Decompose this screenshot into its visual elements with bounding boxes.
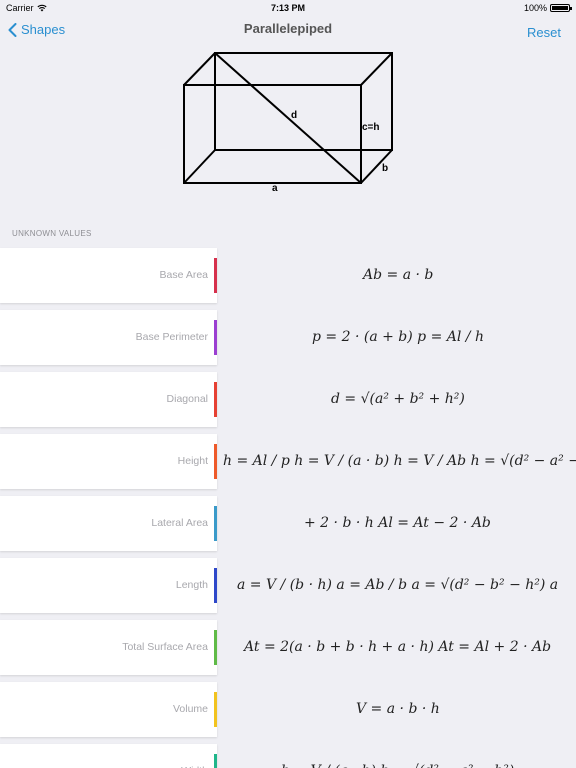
value-label: Base Perimeter	[135, 331, 208, 343]
value-label: Height	[177, 455, 208, 467]
list-item: Diagonal d = √(a² + b² + h²)	[0, 372, 576, 434]
edge-top-right	[360, 52, 393, 86]
value-cell[interactable]: Total Surface Area	[0, 620, 217, 675]
list-item: Length a = V / (b · h) a = Ab / b a = √(d…	[0, 558, 576, 620]
value-label: Diagonal	[166, 393, 208, 405]
formula-scroll-area[interactable]: p = 2 · (a + b) p = Al / h	[219, 310, 576, 365]
back-face	[214, 52, 393, 151]
section-header: UNKNOWN VALUES	[12, 229, 92, 238]
edge-bottom-left	[183, 149, 216, 184]
formula-scroll-area[interactable]: h = Al / p h = V / (a · b) h = V / Ab h …	[219, 434, 576, 489]
formula-scroll-area[interactable]: V = a · b · h	[219, 682, 576, 737]
battery-icon	[550, 4, 572, 12]
list-item: Lateral Area + 2 · b · h Al = At − 2 · Ab	[0, 496, 576, 558]
label-c: c=h	[362, 122, 380, 133]
formula-text: a = V / (b · h) a = Ab / b a = √(d² − b²…	[237, 577, 559, 593]
status-bar: Carrier 7:13 PM 100%	[0, 0, 576, 16]
front-face	[183, 84, 362, 184]
formula-text: b = V / (a · h) b = √(d² − a² − h²)	[281, 744, 514, 768]
diagonal-line	[214, 52, 362, 184]
page-title: Parallelepiped	[243, 21, 333, 36]
color-indicator	[214, 506, 217, 541]
formula-scroll-area[interactable]: a = V / (b · h) a = Ab / b a = √(d² − b²…	[219, 558, 576, 613]
value-cell[interactable]: Base Area	[0, 248, 217, 303]
value-cell[interactable]: Lateral Area	[0, 496, 217, 551]
list-item: Height h = Al / p h = V / (a · b) h = V /…	[0, 434, 576, 496]
color-indicator	[214, 754, 217, 768]
formula-text: At = 2(a · b + b · h + a · h) At = Al + …	[244, 639, 552, 655]
color-indicator	[214, 692, 217, 727]
label-d: d	[291, 110, 297, 121]
battery-percent: 100%	[523, 3, 547, 13]
color-indicator	[214, 630, 217, 665]
formula-scroll-area[interactable]: b = V / (a · h) b = √(d² − a² − h²)	[219, 744, 576, 768]
formula-text: V = a · b · h	[356, 701, 440, 717]
list-item: Base Perimeter p = 2 · (a + b) p = Al / h	[0, 310, 576, 372]
value-cell[interactable]: Volume	[0, 682, 217, 737]
value-cell[interactable]: Diagonal	[0, 372, 217, 427]
formula-text: + 2 · b · h Al = At − 2 · Ab	[304, 515, 491, 531]
formula-text: h = Al / p h = V / (a · b) h = V / Ab h …	[223, 453, 576, 469]
formula-scroll-area[interactable]: + 2 · b · h Al = At − 2 · Ab	[219, 496, 576, 551]
color-indicator	[214, 382, 217, 417]
color-indicator	[214, 320, 217, 355]
list-item: Volume V = a · b · h	[0, 682, 576, 744]
value-label: Base Area	[159, 269, 208, 281]
list-item: Total Surface Area At = 2(a · b + b · h +…	[0, 620, 576, 682]
reset-button[interactable]: Reset	[527, 25, 561, 40]
battery-group: 100%	[523, 3, 572, 13]
parallelepiped-diagram: d c=h b a	[176, 44, 408, 200]
label-a: a	[272, 183, 278, 194]
value-label: Volume	[172, 703, 208, 715]
value-label: Total Surface Area	[122, 641, 208, 653]
value-cell[interactable]: Base Perimeter	[0, 310, 217, 365]
formula-scroll-area[interactable]: At = 2(a · b + b · h + a · h) At = Al + …	[219, 620, 576, 675]
edge-top-left	[183, 52, 216, 86]
formula-text: p = 2 · (a + b) p = Al / h	[312, 329, 484, 345]
value-label: Length	[175, 579, 208, 591]
color-indicator	[214, 444, 217, 479]
value-label: Width	[181, 744, 208, 768]
color-indicator	[214, 568, 217, 603]
status-time: 7:13 PM	[270, 3, 305, 13]
value-cell[interactable]: Length	[0, 558, 217, 613]
formula-scroll-area[interactable]: d = √(a² + b² + h²)	[219, 372, 576, 427]
label-b: b	[382, 163, 388, 174]
value-cell[interactable]: Height	[0, 434, 217, 489]
formula-scroll-area[interactable]: Ab = a · b	[219, 248, 576, 303]
formula-text: Ab = a · b	[363, 267, 434, 283]
value-cell[interactable]: Width	[0, 744, 217, 768]
formula-text: d = √(a² + b² + h²)	[331, 391, 465, 407]
list-item: Width b = V / (a · h) b = √(d² − a² − h²)	[0, 744, 576, 768]
color-indicator	[214, 258, 217, 293]
list-item: Base Area Ab = a · b	[0, 248, 576, 310]
value-label: Lateral Area	[151, 517, 208, 529]
unknown-values-list: Base Area Ab = a · b Base Perimeter p = 2 ·…	[0, 248, 576, 768]
